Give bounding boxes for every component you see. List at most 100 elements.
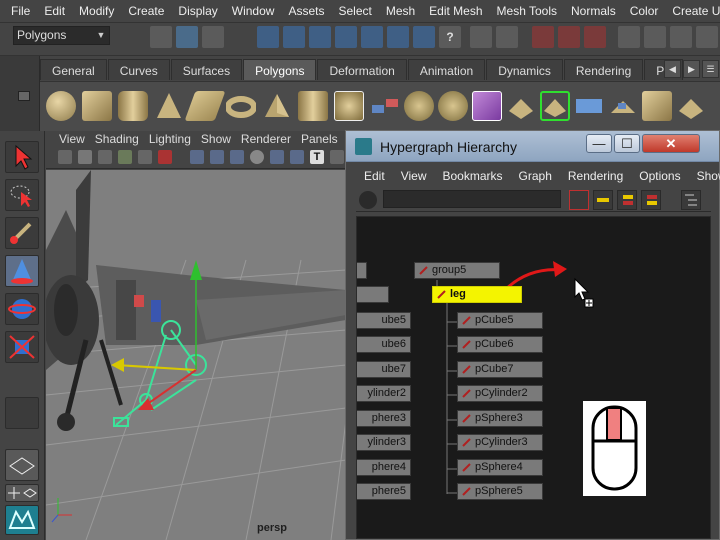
bookmark-icon[interactable]: [98, 150, 112, 164]
scene-hierarchy-icon[interactable]: [569, 190, 589, 210]
node-psphere5[interactable]: pSphere5: [457, 483, 543, 500]
grease-pencil-icon[interactable]: [158, 150, 172, 164]
camera-attributes-icon[interactable]: [78, 150, 92, 164]
tab-polygons[interactable]: Polygons: [243, 59, 317, 80]
vp-menu-show[interactable]: Show: [196, 132, 236, 146]
node-left-8[interactable]: phere5: [357, 483, 411, 500]
shelf-scroll-left-button[interactable]: ◀: [664, 60, 681, 78]
smooth-shade-icon[interactable]: [210, 150, 224, 164]
perspective-viewport[interactable]: [46, 170, 346, 540]
clipped-node[interactable]: [357, 262, 367, 279]
shelf-menu-button[interactable]: ☰: [702, 60, 719, 78]
menu-file[interactable]: File: [4, 0, 37, 22]
shelf-menu-icon[interactable]: [18, 91, 30, 101]
node-left-5[interactable]: phere3: [357, 410, 411, 427]
hg-menu-view[interactable]: View: [393, 169, 435, 183]
tab-general[interactable]: General: [40, 59, 107, 80]
textured-icon[interactable]: [250, 150, 264, 164]
poly-sphere-icon[interactable]: [46, 91, 76, 121]
hg-menu-bookmarks[interactable]: Bookmarks: [434, 169, 510, 183]
magnet-icon[interactable]: [558, 26, 580, 48]
clipped-node[interactable]: [357, 286, 389, 303]
snap-view-icon[interactable]: [387, 26, 409, 48]
tab-deformation[interactable]: Deformation: [317, 59, 407, 80]
separate-icon[interactable]: [404, 91, 434, 121]
tab-curves[interactable]: Curves: [107, 59, 170, 80]
node-pcylinder2[interactable]: pCylinder2: [457, 385, 543, 402]
node-left-1[interactable]: ube5: [357, 312, 411, 329]
hypergraph-titlebar[interactable]: Hypergraph Hierarchy — ☐ ✕: [346, 131, 719, 162]
poly-prism-icon[interactable]: [262, 91, 292, 121]
rotate-tool-icon[interactable]: [5, 293, 39, 325]
maximize-button[interactable]: ☐: [614, 134, 640, 153]
menu-edit-mesh[interactable]: Edit Mesh: [422, 0, 489, 22]
combine-icon[interactable]: [370, 91, 400, 121]
bridge-icon[interactable]: [574, 91, 604, 121]
poly-cube-icon[interactable]: [82, 91, 112, 121]
menu-modify[interactable]: Modify: [72, 0, 121, 22]
append-polygon-icon[interactable]: [608, 91, 638, 121]
ipr-icon[interactable]: [670, 26, 692, 48]
minimize-button[interactable]: —: [586, 134, 612, 153]
node-pcube7[interactable]: pCube7: [457, 361, 543, 378]
poly-cylinder-icon[interactable]: [118, 91, 148, 121]
output-connections-icon[interactable]: [641, 190, 661, 210]
node-psphere3[interactable]: pSphere3: [457, 410, 543, 427]
split-polygon-icon[interactable]: [676, 91, 706, 121]
poly-torus-icon[interactable]: [225, 91, 257, 121]
hg-menu-show[interactable]: Show: [689, 169, 720, 183]
hg-menu-rendering[interactable]: Rendering: [560, 169, 631, 183]
node-left-3[interactable]: ube7: [357, 361, 411, 378]
node-pcylinder3[interactable]: pCylinder3: [457, 434, 543, 451]
lock-icon[interactable]: [470, 26, 492, 48]
panel-layout-icon[interactable]: [696, 26, 718, 48]
xray-icon[interactable]: [330, 150, 344, 164]
menu-set-selector[interactable]: Polygons ▼: [13, 26, 110, 45]
input-connections-icon[interactable]: [617, 190, 637, 210]
select-by-component-icon[interactable]: [202, 26, 224, 48]
snap-plane-icon[interactable]: [335, 26, 357, 48]
lights-icon[interactable]: [270, 150, 284, 164]
menu-mesh-tools[interactable]: Mesh Tools: [490, 0, 564, 22]
menu-normals[interactable]: Normals: [564, 0, 623, 22]
close-button[interactable]: ✕: [642, 134, 700, 153]
select-by-object-icon[interactable]: [176, 26, 198, 48]
bookmark-gear-icon[interactable]: [359, 191, 377, 209]
shadows-icon[interactable]: [290, 150, 304, 164]
input-output-icon[interactable]: [496, 26, 518, 48]
camera-select-icon[interactable]: [58, 150, 72, 164]
move-tool-icon[interactable]: [5, 255, 39, 287]
help-icon[interactable]: ?: [439, 26, 461, 48]
image-plane-icon[interactable]: [118, 150, 132, 164]
vp-menu-lighting[interactable]: Lighting: [144, 132, 196, 146]
poly-soccer-ball-icon[interactable]: [334, 91, 364, 121]
panel-layout-icon[interactable]: [5, 484, 39, 502]
textures-toggle-icon[interactable]: T: [310, 150, 324, 164]
history-icon[interactable]: [532, 26, 554, 48]
quad-layout-icon[interactable]: [5, 449, 39, 481]
last-tool-slot[interactable]: [5, 397, 39, 429]
make-live-icon[interactable]: [413, 26, 435, 48]
input-output-connections-icon[interactable]: [593, 190, 613, 210]
two-d-pan-icon[interactable]: [138, 150, 152, 164]
hypergraph-search-input[interactable]: [383, 190, 561, 208]
poly-plane-icon[interactable]: [184, 91, 226, 121]
shelf-scroll-right-button[interactable]: ▶: [683, 60, 700, 78]
render-settings-icon[interactable]: [618, 26, 640, 48]
menu-color[interactable]: Color: [623, 0, 666, 22]
hypershade-icon[interactable]: [644, 26, 666, 48]
hierarchy-layout-icon[interactable]: [681, 190, 701, 210]
hg-menu-edit[interactable]: Edit: [356, 169, 393, 183]
node-group5[interactable]: group5: [414, 262, 500, 279]
paint-select-tool-icon[interactable]: [5, 217, 39, 249]
select-tool-icon[interactable]: [5, 141, 39, 173]
node-left-4[interactable]: ylinder2: [357, 385, 411, 402]
hypergraph-graph-area[interactable]: ube5 ube6 ube7 ylinder2 phere3 ylinder3 …: [356, 216, 711, 539]
menu-create[interactable]: Create: [121, 0, 171, 22]
poly-cone-icon[interactable]: [154, 91, 184, 121]
menu-mesh[interactable]: Mesh: [379, 0, 422, 22]
tab-rendering[interactable]: Rendering: [563, 59, 644, 80]
menu-window[interactable]: Window: [225, 0, 282, 22]
extract-icon[interactable]: [438, 91, 468, 121]
tab-dynamics[interactable]: Dynamics: [486, 59, 563, 80]
